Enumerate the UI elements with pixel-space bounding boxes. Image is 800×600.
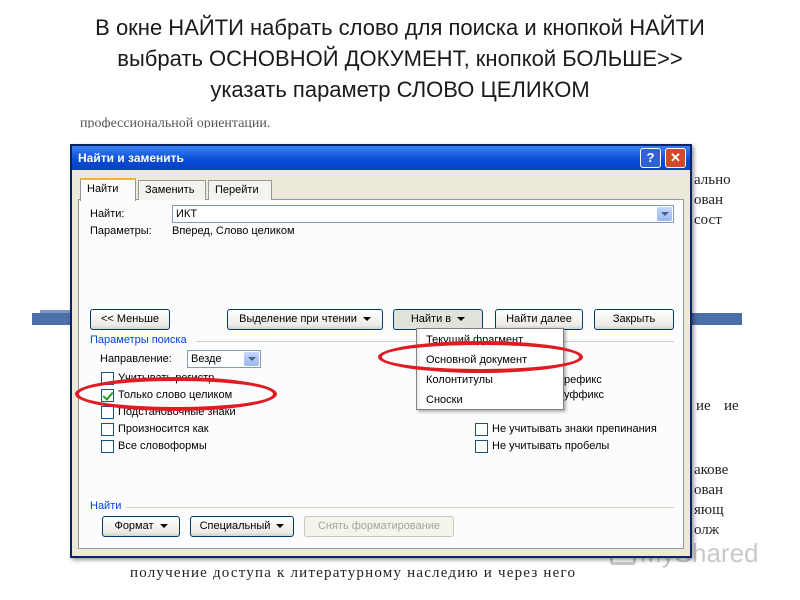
background-doc-fragment: ован	[694, 482, 724, 498]
background-doc-bottom-line: получение доступа к литературному наслед…	[130, 565, 577, 581]
background-doc-top-line: профессиональной ориентации.	[80, 116, 271, 128]
sounds-like-label: Произносится как	[118, 423, 209, 435]
close-icon[interactable]: ✕	[665, 148, 686, 168]
tab-replace[interactable]: Заменить	[138, 180, 206, 200]
params-label: Параметры:	[90, 225, 152, 237]
chevron-down-icon	[276, 524, 285, 528]
direction-value: Везде	[191, 353, 222, 365]
background-bar	[32, 313, 72, 325]
background-doc-fragment: сост	[694, 212, 722, 228]
find-section-header: Найти	[90, 500, 122, 512]
tab-replace-label: Заменить	[145, 184, 195, 196]
find-input-value: ИКТ	[176, 208, 198, 220]
chevron-down-icon[interactable]	[657, 207, 672, 221]
prefix-label-partial: рефикс	[564, 374, 602, 386]
chevron-down-icon	[457, 317, 466, 321]
find-in-label: Найти в	[410, 313, 452, 325]
find-label: Найти:	[90, 208, 125, 220]
ignore-punct-label: Не учитывать знаки препинания	[492, 423, 657, 435]
format-label: Формат	[114, 520, 154, 532]
menu-item-footnotes[interactable]: Сноски	[426, 394, 463, 406]
title-line-3: указать параметр СЛОВО ЦЕЛИКОМ	[210, 77, 590, 102]
slide-title: В окне НАЙТИ набрать слово для поиска и …	[40, 12, 760, 105]
all-word-forms-checkbox[interactable]	[101, 440, 114, 453]
ignore-spaces-label: Не учитывать пробелы	[492, 440, 610, 452]
direction-label: Направление:	[100, 353, 172, 365]
background-bar	[692, 313, 742, 325]
dialog-title: Найти и заменить	[78, 151, 184, 165]
all-word-forms-label: Все словоформы	[118, 440, 207, 452]
tab-goto-label: Перейти	[215, 184, 259, 196]
chevron-down-icon	[159, 524, 168, 528]
find-next-button[interactable]: Найти далее	[495, 309, 583, 330]
tab-find-label: Найти	[87, 183, 119, 195]
direction-select[interactable]: Везде	[187, 350, 261, 368]
help-button[interactable]: ?	[640, 148, 661, 168]
menu-item-headers-footers[interactable]: Колонтитулы	[426, 374, 493, 386]
chevron-down-icon[interactable]	[244, 352, 259, 366]
wildcards-checkbox[interactable]	[101, 406, 114, 419]
special-button[interactable]: Специальный	[190, 516, 294, 537]
background-doc-fragment: ован	[694, 192, 724, 208]
title-line-2: выбрать ОСНОВНОЙ ДОКУМЕНТ, кнопкой БОЛЬШ…	[117, 46, 683, 71]
background-doc-fragment: акове	[694, 462, 729, 478]
background-doc-fragment: ие	[724, 398, 739, 414]
reading-highlight-button[interactable]: Выделение при чтении	[227, 309, 383, 330]
title-line-1: В окне НАЙТИ набрать слово для поиска и …	[95, 15, 705, 40]
ignore-spaces-checkbox[interactable]	[475, 440, 488, 453]
ignore-punct-checkbox[interactable]	[475, 423, 488, 436]
close-button[interactable]: Закрыть	[594, 309, 674, 330]
find-input[interactable]: ИКТ	[172, 205, 674, 223]
sounds-like-checkbox[interactable]	[101, 423, 114, 436]
highlight-ellipse-main-document	[378, 341, 583, 373]
find-replace-dialog: Найти и заменить ? ✕ Найти Заменить Пере…	[70, 144, 692, 558]
tab-find[interactable]: Найти	[80, 178, 136, 201]
chevron-down-icon	[362, 317, 371, 321]
params-value: Вперед, Слово целиком	[172, 225, 295, 237]
suffix-label-partial: уффикс	[564, 389, 605, 401]
search-params-header: Параметры поиска	[90, 334, 187, 346]
special-label: Специальный	[199, 520, 271, 532]
background-doc-fragment: ально	[694, 172, 731, 188]
tab-goto[interactable]: Перейти	[208, 180, 272, 200]
format-button[interactable]: Формат	[102, 516, 180, 537]
dialog-titlebar[interactable]: Найти и заменить ? ✕	[72, 146, 690, 170]
reading-highlight-label: Выделение при чтении	[239, 313, 357, 325]
less-button[interactable]: << Меньше	[90, 309, 170, 330]
find-in-button[interactable]: Найти в	[393, 309, 483, 330]
highlight-ellipse-whole-word	[75, 377, 277, 411]
clear-format-button[interactable]: Снять форматирование	[304, 516, 454, 537]
background-doc-fragment: яющ	[694, 502, 724, 518]
divider	[126, 507, 674, 508]
background-doc-fragment: олж	[694, 522, 720, 538]
